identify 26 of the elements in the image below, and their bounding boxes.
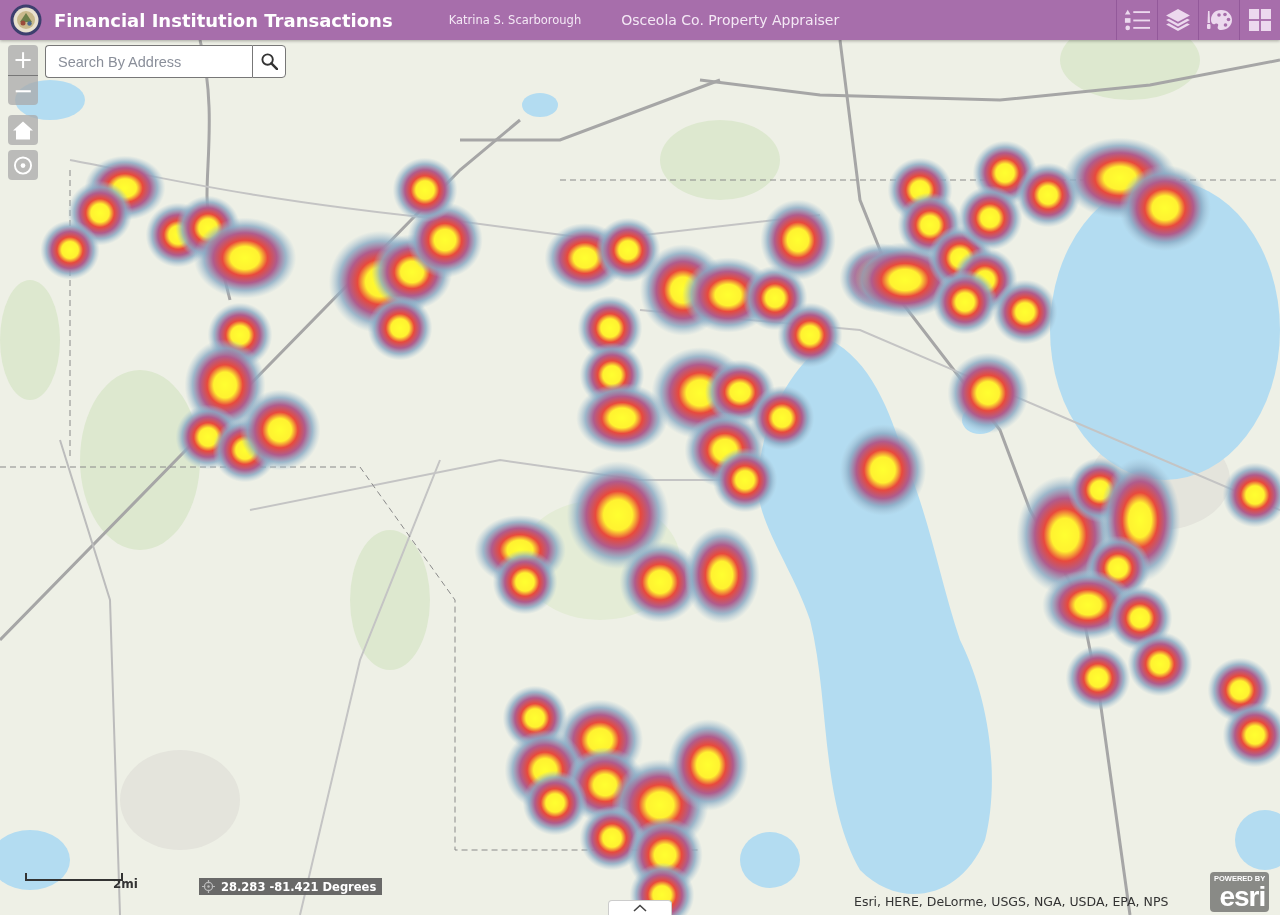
attribution-text: Esri, HERE, DeLorme, USGS, NGA, USDA, EPA, NPS [854, 894, 1169, 909]
esri-wordmark: esri [1219, 883, 1266, 911]
legend-button[interactable] [1116, 0, 1157, 40]
caret-up-icon [633, 904, 647, 912]
locate-icon [13, 155, 33, 175]
author-name: Katrina S. Scarborough [448, 13, 582, 27]
layers-button[interactable] [1157, 0, 1198, 40]
search-field[interactable]: Search By Address [45, 45, 252, 78]
list-icon [1124, 9, 1150, 31]
home-button[interactable] [8, 115, 38, 145]
home-icon [13, 120, 33, 140]
coordinates-text: 28.283 -81.421 Degrees [221, 879, 377, 894]
layers-icon [1165, 9, 1191, 31]
apps-button[interactable] [1239, 0, 1280, 40]
panel-toggle-button[interactable] [608, 900, 672, 915]
grid-icon [1247, 9, 1273, 31]
search-icon [260, 53, 278, 70]
county-seal-icon [10, 4, 42, 36]
crosshair-icon [202, 880, 215, 893]
palette-icon [1206, 9, 1232, 31]
organization-name: Osceola Co. Property Appraiser [621, 12, 840, 28]
zoom-in-button[interactable]: + [8, 45, 38, 75]
app-title: Financial Institution Transactions [54, 9, 393, 31]
basemap-button[interactable] [1198, 0, 1239, 40]
search-button[interactable] [252, 45, 286, 78]
zoom-out-button[interactable]: − [8, 75, 38, 105]
